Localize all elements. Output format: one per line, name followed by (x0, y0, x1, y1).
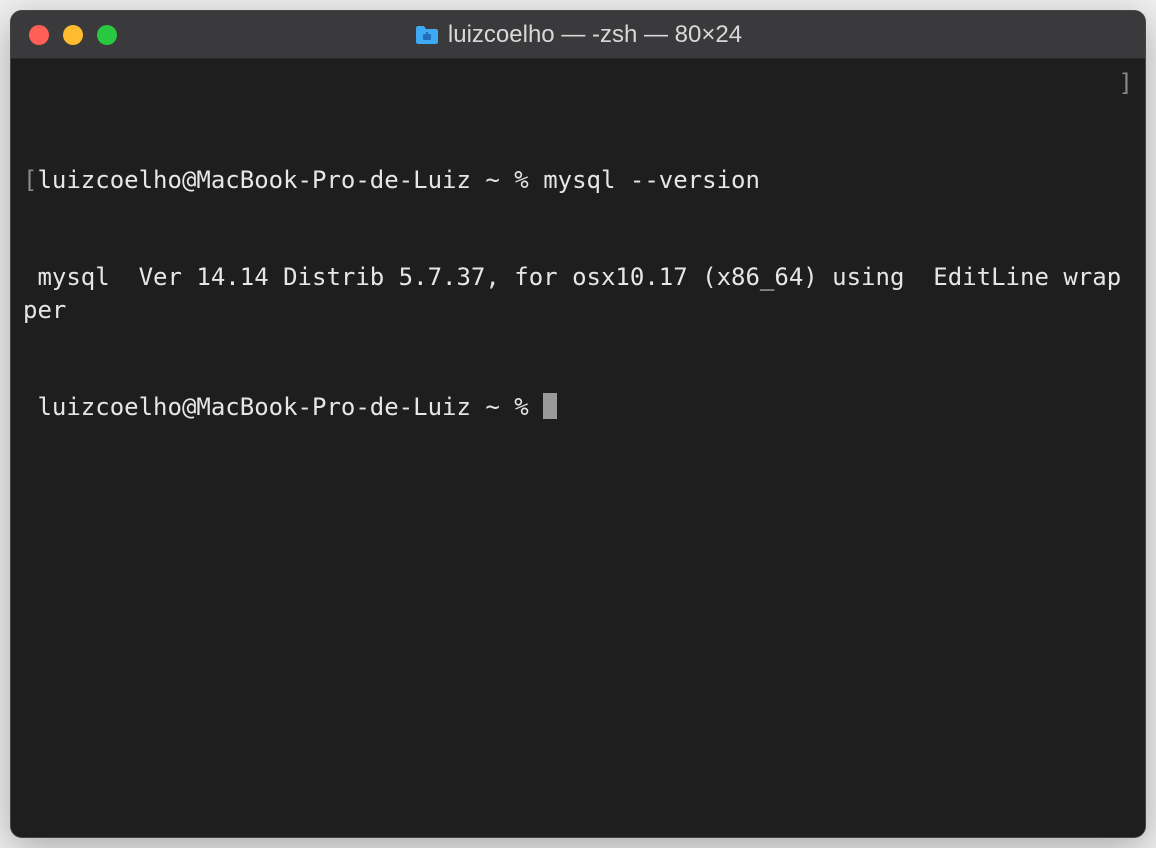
cursor (543, 393, 557, 419)
close-button[interactable] (29, 25, 49, 45)
folder-icon (414, 24, 440, 46)
terminal-line-3: luizcoelho@MacBook-Pro-de-Luiz ~ % (23, 391, 1133, 423)
window-title-area: luizcoelho — -zsh — 80×24 (29, 21, 1127, 49)
terminal-body[interactable]: ] [luizcoelho@MacBook-Pro-de-Luiz ~ % my… (11, 59, 1145, 837)
line-end-bracket: ] (1119, 67, 1133, 99)
titlebar[interactable]: luizcoelho — -zsh — 80×24 (11, 11, 1145, 59)
maximize-button[interactable] (97, 25, 117, 45)
prompt: luizcoelho@MacBook-Pro-de-Luiz ~ % (37, 166, 543, 194)
open-bracket: [ (23, 166, 37, 194)
terminal-line-1: [luizcoelho@MacBook-Pro-de-Luiz ~ % mysq… (23, 164, 1133, 196)
prompt: luizcoelho@MacBook-Pro-de-Luiz ~ % (23, 393, 543, 421)
terminal-window: luizcoelho — -zsh — 80×24 ] [luizcoelho@… (10, 10, 1146, 838)
window-title: luizcoelho — -zsh — 80×24 (448, 21, 742, 49)
traffic-lights (29, 25, 117, 45)
terminal-line-2: mysql Ver 14.14 Distrib 5.7.37, for osx1… (23, 261, 1133, 326)
command-text: mysql --version (543, 166, 760, 194)
minimize-button[interactable] (63, 25, 83, 45)
